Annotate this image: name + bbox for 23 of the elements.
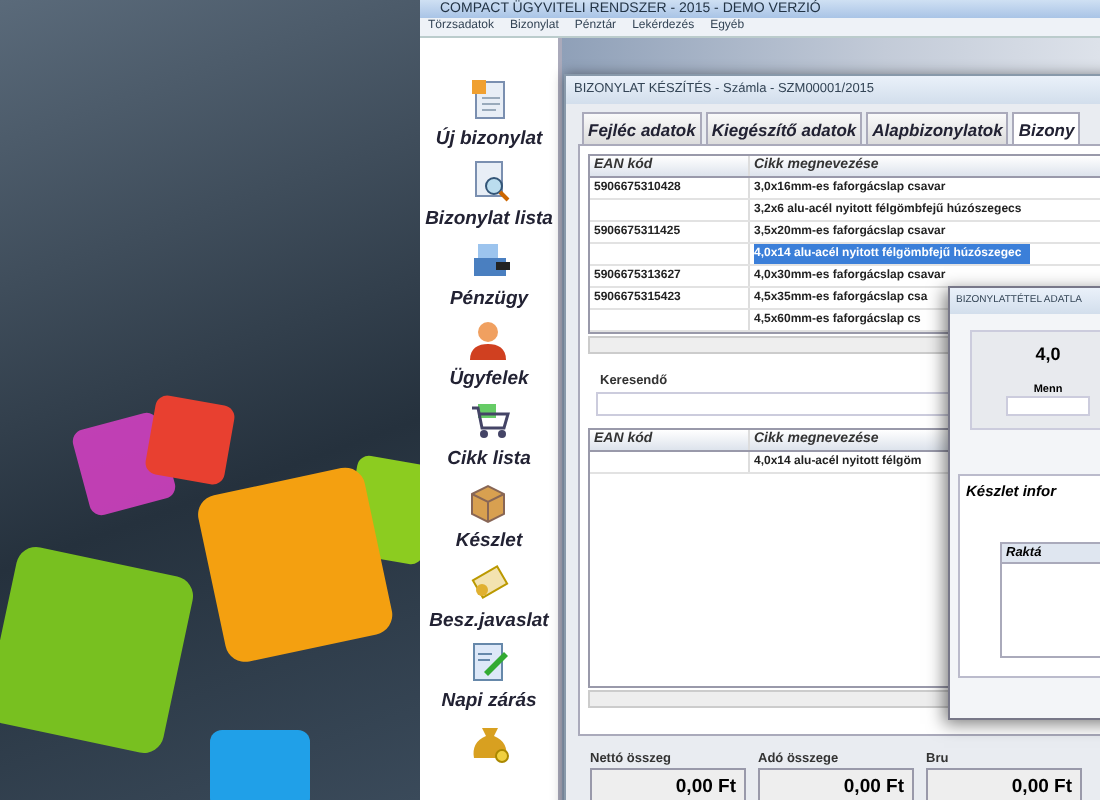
search-field[interactable]	[596, 392, 952, 416]
notepad-pencil-icon[interactable]	[467, 639, 511, 684]
sidebar-label[interactable]: Cikk lista	[447, 448, 531, 471]
tab[interactable]: Alapbizonylatok	[866, 112, 1009, 144]
person-icon[interactable]	[466, 318, 511, 363]
sidebar-label[interactable]: Új bizonylat	[435, 128, 543, 150]
quantity-field[interactable]	[1006, 396, 1090, 416]
box-icon[interactable]	[466, 479, 511, 524]
sidebar-label[interactable]: Napi zárás	[441, 689, 537, 712]
tab[interactable]: Kiegészítő adatok	[705, 112, 863, 144]
total-field: 0,00 Ft	[926, 768, 1082, 800]
sidebar-label[interactable]: Ügyfelek	[449, 368, 529, 391]
sidebar-label[interactable]: Pénzügy	[449, 288, 529, 311]
total-field: 0,00 Ft	[758, 768, 914, 800]
sidebar-label[interactable]: Készlet	[455, 529, 523, 552]
total-field: 0,00 Ft	[590, 768, 746, 800]
sidebar-label[interactable]: Besz.javaslat	[429, 609, 549, 632]
document-icon[interactable]	[467, 78, 511, 122]
sidebar-label[interactable]: Bizonylat lista	[425, 208, 553, 231]
tab[interactable]: Bizony	[1012, 112, 1081, 144]
tab[interactable]: Fejléc adatok	[582, 112, 702, 144]
cart-icon[interactable]	[467, 398, 511, 443]
item-name: 4,0	[1035, 344, 1061, 364]
